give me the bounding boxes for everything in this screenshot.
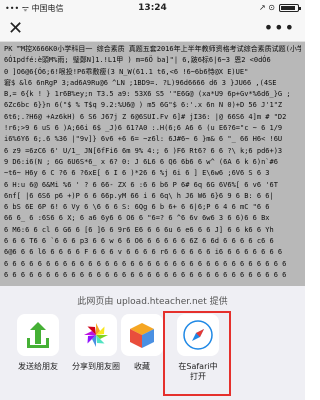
nav-bar: ✕ ••• xyxy=(0,16,305,42)
favorite-cube-icon xyxy=(121,314,163,356)
battery-icon xyxy=(279,3,301,12)
send-to-friend-button[interactable]: 发送给朋友 xyxy=(6,314,70,372)
status-bar: ••• ᯤ 中国电信 13:24 ↗ ⊙ xyxy=(0,0,305,16)
dim-overlay[interactable] xyxy=(0,42,305,286)
highlight-box xyxy=(163,311,231,396)
close-icon[interactable]: ✕ xyxy=(8,18,23,39)
status-icons: ↗ ⊙ xyxy=(259,3,301,12)
more-icon[interactable]: ••• xyxy=(264,18,295,37)
provider-text: 此网页由 upload.hteacher.net 提供 xyxy=(77,297,228,307)
location-alarm-icon: ↗ ⊙ xyxy=(259,3,275,12)
send-to-friend-icon xyxy=(17,314,59,356)
send-to-friend-label: 发送给朋友 xyxy=(18,362,58,371)
